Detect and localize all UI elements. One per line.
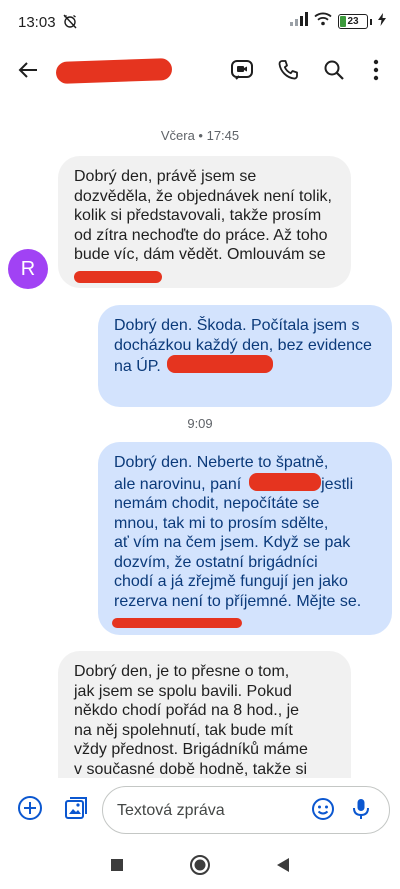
more-options-button[interactable] — [356, 52, 396, 92]
phone-icon — [277, 59, 299, 86]
system-navigation-bar — [0, 844, 400, 889]
mic-icon — [351, 797, 371, 826]
message-line: Dobrý den. Neberte to špatně, — [114, 454, 329, 471]
search-icon — [323, 59, 345, 86]
message-text: jestli — [321, 475, 354, 493]
back-button[interactable] — [8, 52, 48, 92]
emoji-button[interactable] — [305, 793, 341, 829]
battery-icon: 23 — [338, 14, 368, 29]
status-bar: 13:03 23 — [0, 0, 400, 44]
message-input[interactable] — [117, 799, 297, 823]
message-line: chodí a já zřejmě fungují jen jako — [114, 573, 348, 590]
alarm-off-icon — [62, 13, 78, 29]
app-bar — [0, 44, 400, 100]
message-line: vždy přednost. Brigádníků máme — [74, 741, 308, 758]
message-bubble-incoming[interactable]: Dobrý den, právě jsem se dozvěděla, že o… — [58, 156, 351, 288]
arrow-back-icon — [17, 59, 39, 86]
emoji-icon — [311, 797, 335, 826]
home-button[interactable] — [187, 854, 213, 880]
back-triangle-icon — [276, 857, 290, 878]
call-button[interactable] — [268, 52, 308, 92]
voice-input-button[interactable] — [343, 793, 379, 829]
home-circle-icon — [189, 854, 211, 881]
message-line: ale narovinu, paní jestli — [114, 472, 376, 495]
status-icons: 23 — [290, 12, 386, 31]
message-line: kolik si představovali, takže prosím — [74, 207, 322, 224]
redaction-mark — [74, 270, 162, 283]
redacted-signature — [74, 267, 335, 283]
compose-bar — [0, 778, 400, 844]
meet-video-icon — [230, 58, 254, 87]
contact-name[interactable] — [55, 57, 173, 85]
recents-square-icon — [110, 858, 124, 877]
wifi-icon — [314, 12, 332, 31]
message-line: Dobrý den, právě jsem se — [74, 168, 257, 185]
add-circle-icon — [17, 795, 43, 826]
add-attachment-button[interactable] — [10, 790, 50, 830]
nav-back-button[interactable] — [270, 854, 296, 880]
message-line: jak jsem se spolu bavili. Pokud — [74, 682, 292, 700]
redaction-mark — [112, 618, 242, 628]
message-line: na ÚP. — [114, 355, 376, 377]
message-line: na něj spolehnutí, tak bude mít — [74, 721, 293, 739]
message-line: Dobrý den. Škoda. Počítala jsem s — [114, 317, 360, 334]
message-bubble-outgoing[interactable]: Dobrý den. Neberte to špatně, ale narovi… — [98, 442, 392, 635]
gallery-icon — [63, 795, 89, 826]
search-button[interactable] — [314, 52, 354, 92]
avatar[interactable]: R — [8, 249, 48, 289]
message-line: rezerva není to příjemné. Mějte se. — [114, 592, 362, 610]
redaction-mark — [248, 472, 321, 491]
battery-tip — [370, 18, 372, 25]
message-line: někdo chodí pořád na 8 hod., je — [74, 702, 300, 719]
message-line: v současné době hodně, takže si — [74, 760, 308, 778]
battery-fill — [340, 16, 347, 27]
date-separator: Včera • 17:45 — [160, 128, 240, 143]
message-line: ať vím na čem jsem. Když se pak — [114, 534, 351, 551]
recents-button[interactable] — [104, 854, 130, 880]
message-line: docházkou každý den, bez evidence — [114, 336, 372, 354]
message-line: mnou, tak mi to prosím sdělte, — [114, 514, 329, 532]
time-separator: 9:09 — [187, 416, 213, 431]
redacted-signature — [112, 612, 376, 628]
gallery-button[interactable] — [56, 790, 96, 830]
message-text: na ÚP. — [114, 358, 161, 375]
signal-icon — [290, 12, 308, 31]
status-time: 13:03 — [18, 14, 56, 31]
redaction-mark — [167, 355, 274, 373]
message-line: bude víc, dám vědět. Omlouvám se — [74, 246, 326, 263]
message-line: Dobrý den, je to přesne o tom, — [74, 663, 290, 680]
message-line: dozvím, že ostatní brigádníci — [114, 553, 318, 571]
message-line: nemám chodit, nepočítáte se — [114, 495, 320, 512]
message-line: dozvěděla, že objednávek není tolik, — [74, 187, 332, 205]
video-call-button[interactable] — [222, 52, 262, 92]
more-vert-icon — [373, 59, 379, 86]
message-bubble-outgoing[interactable]: Dobrý den. Škoda. Počítala jsem s docház… — [98, 305, 392, 407]
charging-icon — [378, 12, 386, 31]
message-text: ale narovinu, paní — [114, 475, 242, 493]
message-compose-field[interactable] — [102, 786, 390, 834]
message-line: od zítra nechoďte do práce. Až toho — [74, 226, 328, 244]
battery-level: 23 — [347, 16, 359, 27]
